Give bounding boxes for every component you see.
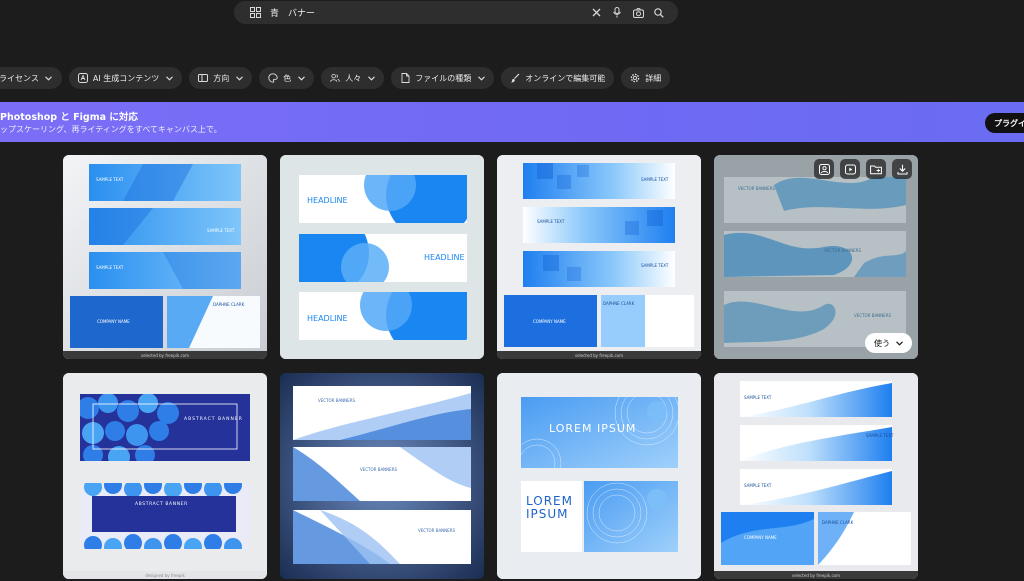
tile-text: LOREM: [526, 494, 573, 508]
plugin-button[interactable]: プラグイ: [985, 113, 1024, 133]
tile-text: SAMPLE TEXT: [744, 483, 772, 488]
tile-text: COMPANY NAME: [533, 319, 566, 324]
brush-icon: [510, 73, 520, 83]
tile-text: DAPHNE CLARK: [213, 302, 245, 307]
chevron-down-icon: [45, 74, 53, 82]
thumbnail-image: [714, 373, 918, 571]
chevron-down-icon: [297, 74, 305, 82]
tile-text: SAMPLE TEXT: [207, 228, 235, 233]
result-card[interactable]: ABSTRACT BANNER ABSTRACT BANNER designed…: [63, 373, 267, 579]
filter-people[interactable]: 人々: [321, 67, 385, 89]
play-icon[interactable]: [840, 159, 860, 179]
chevron-down-icon: [896, 340, 903, 346]
orientation-icon: [198, 73, 209, 83]
tile-text: SAMPLE TEXT: [96, 177, 124, 182]
search-query-term-1[interactable]: 青: [270, 6, 279, 19]
tile-text: IPSUM: [526, 507, 569, 521]
close-icon[interactable]: [589, 6, 603, 20]
tile-text: HEADLINE: [424, 253, 465, 262]
ai-icon: [77, 73, 88, 83]
file-icon: [400, 73, 410, 83]
filter-label: ファイルの種類: [415, 73, 472, 83]
filter-label: 詳細: [645, 73, 662, 83]
thumbnail-image: [280, 373, 484, 579]
filter-label: 方向: [213, 73, 230, 83]
thumbnail-image: [497, 373, 701, 579]
result-card[interactable]: SAMPLE TEXT SAMPLE TEXT SAMPLE TEXT COMP…: [714, 373, 918, 579]
download-icon[interactable]: [892, 159, 912, 179]
chevron-down-icon: [165, 74, 173, 82]
tile-text: HEADLINE: [307, 196, 348, 205]
filter-editable-online[interactable]: オンラインで編集可能: [501, 67, 615, 89]
search-icon[interactable]: [652, 6, 666, 20]
filter-label: ライセンス: [0, 73, 39, 83]
tile-text: VECTOR BANNERS: [418, 528, 456, 533]
tile-text: LOREM IPSUM: [549, 422, 637, 435]
camera-icon[interactable]: [631, 6, 645, 20]
search-bar[interactable]: 青 バナー: [234, 1, 678, 24]
tile-text: SAMPLE TEXT: [866, 433, 894, 438]
result-card[interactable]: SAMPLE TEXT SAMPLE TEXT SAMPLE TEXT COMP…: [497, 155, 701, 359]
filter-label: 人々: [345, 73, 362, 83]
mic-icon[interactable]: [610, 6, 624, 20]
image-credit: selected by freepik.com: [497, 351, 701, 359]
search-query-term-2[interactable]: バナー: [288, 6, 315, 19]
chevron-down-icon: [477, 74, 485, 82]
folder-add-icon[interactable]: [866, 159, 886, 179]
tile-text: COMPANY NAME: [97, 319, 130, 324]
plugin-promo-banner: Photoshop と Figma に対応 ップスケーリング、再ライティングをす…: [0, 102, 1024, 142]
image-credit: designed by freepik: [63, 571, 267, 579]
tile-text: ABSTRACT BANNER: [135, 502, 188, 507]
filter-file-type[interactable]: ファイルの種類: [391, 67, 495, 89]
result-card[interactable]: LOREM IPSUM LOREM IPSUM: [497, 373, 701, 579]
result-card[interactable]: SAMPLE TEXT SAMPLE TEXT SAMPLE TEXT COMP…: [63, 155, 267, 359]
image-edit-icon[interactable]: [814, 159, 834, 179]
filter-ai-content[interactable]: AI 生成コンテンツ: [68, 67, 183, 89]
tile-text: SAMPLE TEXT: [537, 219, 565, 224]
filter-label: AI 生成コンテンツ: [92, 73, 160, 83]
tile-text: COMPANY NAME: [744, 535, 777, 540]
card-actions: [814, 159, 912, 179]
result-card[interactable]: VECTOR BANNERS VECTOR BANNERS VECTOR BAN…: [280, 373, 484, 579]
tile-text: SAMPLE TEXT: [96, 265, 124, 270]
tile-text: VECTOR BANNERS: [738, 186, 776, 191]
result-card[interactable]: VECTOR BANNERS VECTOR BANNERS VECTOR BAN…: [714, 155, 918, 359]
people-icon: [330, 73, 341, 83]
filter-label: オンラインで編集可能: [525, 73, 606, 83]
filter-license[interactable]: ライセンス: [0, 67, 62, 89]
tile-text: VECTOR BANNERS: [854, 313, 892, 318]
promo-title: Photoshop と Figma に対応: [0, 112, 138, 123]
tile-text: HEADLINE: [307, 314, 348, 323]
promo-subtitle: ップスケーリング、再ライティングをすべてキャンバス上で。: [0, 125, 222, 134]
tile-text: VECTOR BANNERS: [318, 398, 356, 403]
palette-icon: [268, 73, 278, 83]
image-credit: selected by freepik.com: [63, 351, 267, 359]
image-credit: selected by freepik.com: [714, 571, 918, 579]
chevron-down-icon: [367, 74, 375, 82]
filter-label: 色: [283, 73, 292, 83]
grid-icon[interactable]: [248, 6, 262, 20]
result-card[interactable]: HEADLINE HEADLINE HEADLINE: [280, 155, 484, 359]
use-button[interactable]: 使う: [865, 333, 912, 353]
tile-text: VECTOR BANNERS: [360, 467, 398, 472]
thumbnail-image: [497, 155, 701, 351]
use-button-label: 使う: [874, 338, 890, 348]
chevron-down-icon: [235, 74, 243, 82]
tile-text: DAPHNE CLARK: [603, 301, 635, 306]
filter-color[interactable]: 色: [259, 67, 315, 89]
tile-text: ABSTRACT BANNER: [184, 417, 243, 422]
tile-text: SAMPLE TEXT: [641, 263, 669, 268]
filter-bar: ライセンス AI 生成コンテンツ 方向 色 人々 ファイルの種類 オンラインで編…: [0, 67, 671, 89]
tile-text: SAMPLE TEXT: [744, 395, 772, 400]
thumbnail-image: [63, 155, 267, 351]
tile-text: SAMPLE TEXT: [641, 177, 669, 182]
thumbnail-image: [63, 373, 267, 579]
filter-details[interactable]: 詳細: [621, 67, 671, 89]
tile-text: VECTOR BANNERS: [824, 248, 862, 253]
page: 青 バナー ライセンス AI 生成コンテンツ 方向 色 人々 ファイルの種類 オ…: [0, 0, 1024, 581]
filter-orientation[interactable]: 方向: [189, 67, 253, 89]
gear-icon: [630, 73, 640, 83]
tile-text: DAPHNE CLARK: [822, 520, 854, 525]
